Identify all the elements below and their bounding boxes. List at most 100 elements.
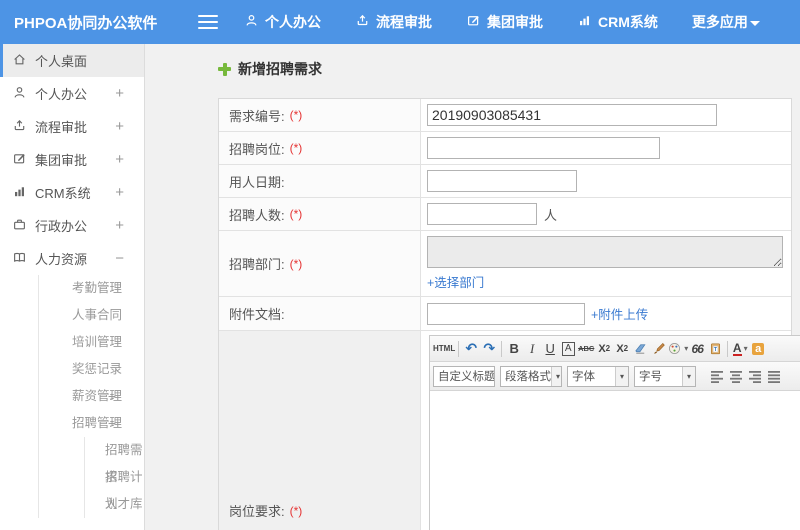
topnav-more-apps[interactable]: 更多应用 [692,12,760,32]
expand-icon[interactable]: + [115,151,124,168]
format-painter-button[interactable] [649,339,667,359]
recruit-dept-textarea[interactable] [427,236,783,268]
font-color-button[interactable]: A ▾ [731,339,749,359]
hamburger-menu-icon[interactable] [198,11,218,33]
form-row-recruit-position: 招聘岗位: (*) [219,132,791,165]
paste-button[interactable]: T [706,339,724,359]
color-palette-button[interactable]: ▾ [667,339,688,359]
sidebar-subitem-recruitment[interactable]: 招聘管理 − [39,410,144,437]
recruit-position-input[interactable] [427,137,660,159]
align-justify-button[interactable] [764,367,783,386]
sidebar-subitem-rewards[interactable]: 奖惩记录 [39,356,144,383]
topnav-label: CRM系统 [598,14,658,30]
sidebar-subitem-talent-pool[interactable]: 人才库 [85,491,144,518]
paragraph-format-dropdown[interactable]: 段落格式 ▾ [500,365,562,387]
field-label: 附件文档: [219,297,421,330]
sidebar-item-hr[interactable]: 人力资源 − [0,242,144,275]
briefcase-icon [12,217,35,235]
font-style-button[interactable]: A [559,339,577,359]
attachment-input[interactable] [427,302,585,325]
strikethrough-button[interactable]: ABC [577,339,595,359]
sidebar-item-personal-office[interactable]: 个人办公 + [0,77,144,110]
required-mark: (*) [289,108,303,122]
required-mark: (*) [289,503,303,518]
select-dept-link[interactable]: +选择部门 [427,272,484,291]
recruit-count-input[interactable] [427,203,537,225]
blockquote-button[interactable]: 66 [688,339,706,359]
sidebar-subitem-hr-contract[interactable]: 人事合同 [39,302,144,329]
field-label: 招聘人数: (*) [219,198,421,230]
sidebar-subitem-salary[interactable]: 薪资管理 + [39,383,144,410]
main-content: 新增招聘需求 需求编号: (*) 招聘岗位: (*) 用人日期: [146,44,800,530]
collapse-icon[interactable]: − [108,410,116,437]
required-mark: (*) [289,141,303,155]
sidebar-subitem-label: 人才库 [105,497,143,511]
italic-button[interactable]: I [523,339,541,359]
sidebar-item-group-approval[interactable]: 集团审批 + [0,143,144,176]
highlight-color-button[interactable]: a [749,339,767,359]
font-size-dropdown[interactable]: 字号 ▾ [634,365,696,387]
expand-icon[interactable]: + [115,184,124,201]
app-logo: PHPOA协同办公软件 [14,14,158,32]
font-family-dropdown[interactable]: 字体 ▾ [567,365,629,387]
sidebar-item-label: 集团审批 [35,153,88,168]
underline-button[interactable]: U [541,339,559,359]
expand-icon[interactable]: + [115,118,124,135]
sidebar-item-label: 个人桌面 [35,54,88,69]
superscript-button[interactable]: X2 [595,339,613,359]
undo-button[interactable]: ↶ [462,339,480,359]
caret-down-icon: ▾ [615,366,628,386]
bar-chart-icon [577,13,598,31]
page-title: 新增招聘需求 [218,59,800,79]
caret-down-icon [749,20,760,26]
top-nav: 个人办公 流程审批 集团审批 CRM系统 更多应用 [244,12,794,32]
sidebar-item-label: 行政办公 [35,219,88,234]
bold-button[interactable]: B [505,339,523,359]
align-center-button[interactable] [726,367,745,386]
sidebar-item-workflow-approval[interactable]: 流程审批 + [0,110,144,143]
demand-number-input[interactable] [427,104,717,126]
book-icon [12,250,35,268]
sidebar-item-personal-desktop[interactable]: 个人桌面 [0,44,144,77]
subscript-button[interactable]: X2 [613,339,631,359]
collapse-icon[interactable]: − [115,250,124,267]
form-row-recruit-dept: 招聘部门: (*) +选择部门 [219,231,791,297]
sidebar-subitem-label: 人事合同 [72,308,123,322]
custom-heading-dropdown[interactable]: 自定义标题 ▾ [433,365,495,387]
form-row-attachment: 附件文档: +附件上传 [219,297,791,331]
form-row-employ-date: 用人日期: [219,165,791,198]
sidebar-item-crm[interactable]: CRM系统 + [0,176,144,209]
sidebar-subitem-training[interactable]: 培训管理 [39,329,144,356]
employ-date-input[interactable] [427,170,577,192]
sidebar-subitem-recruit-demand[interactable]: 招聘需求 [85,437,144,484]
page-title-text: 新增招聘需求 [238,61,322,77]
sidebar-item-admin-office[interactable]: 行政办公 + [0,209,144,242]
eraser-icon [635,344,646,354]
expand-icon[interactable]: + [108,383,116,410]
editor-content-area[interactable] [430,391,800,530]
sidebar-subitem-recruit-plan[interactable]: 招聘计划 [85,464,144,511]
recruitment-submenu: 招聘需求 招聘计划 人才库 [84,437,144,518]
caret-down-icon: ▾ [551,366,561,386]
clipboard-icon: T [710,343,720,355]
expand-icon[interactable]: + [115,85,124,102]
align-left-button[interactable] [707,367,726,386]
form-row-recruit-count: 招聘人数: (*) 人 [219,198,791,231]
topnav-crm[interactable]: CRM系统 [577,12,658,32]
sidebar: 个人桌面 个人办公 + 流程审批 + 集团审批 + CRM系统 + 行政办公 +… [0,44,145,530]
sidebar-item-label: 人力资源 [35,252,88,267]
sidebar-subitem-attendance[interactable]: 考勤管理 [39,275,144,302]
topnav-personal-office[interactable]: 个人办公 [244,12,321,32]
expand-icon[interactable]: + [115,217,124,234]
attachment-upload-link[interactable]: +附件上传 [591,304,648,323]
topnav-group-approval[interactable]: 集团审批 [466,12,543,32]
html-source-button[interactable]: HTML [433,339,455,359]
sidebar-item-label: 个人办公 [35,87,88,102]
editor-toolbar-row2: 自定义标题 ▾ 段落格式 ▾ 字体 ▾ 字号 ▾ [430,362,800,391]
align-right-button[interactable] [745,367,764,386]
redo-button[interactable]: ↷ [480,339,498,359]
topnav-workflow-approval[interactable]: 流程审批 [355,12,432,32]
recruitment-demand-form: 需求编号: (*) 招聘岗位: (*) 用人日期: [218,98,800,530]
eraser-button[interactable] [631,339,649,359]
topnav-label: 个人办公 [265,14,321,30]
